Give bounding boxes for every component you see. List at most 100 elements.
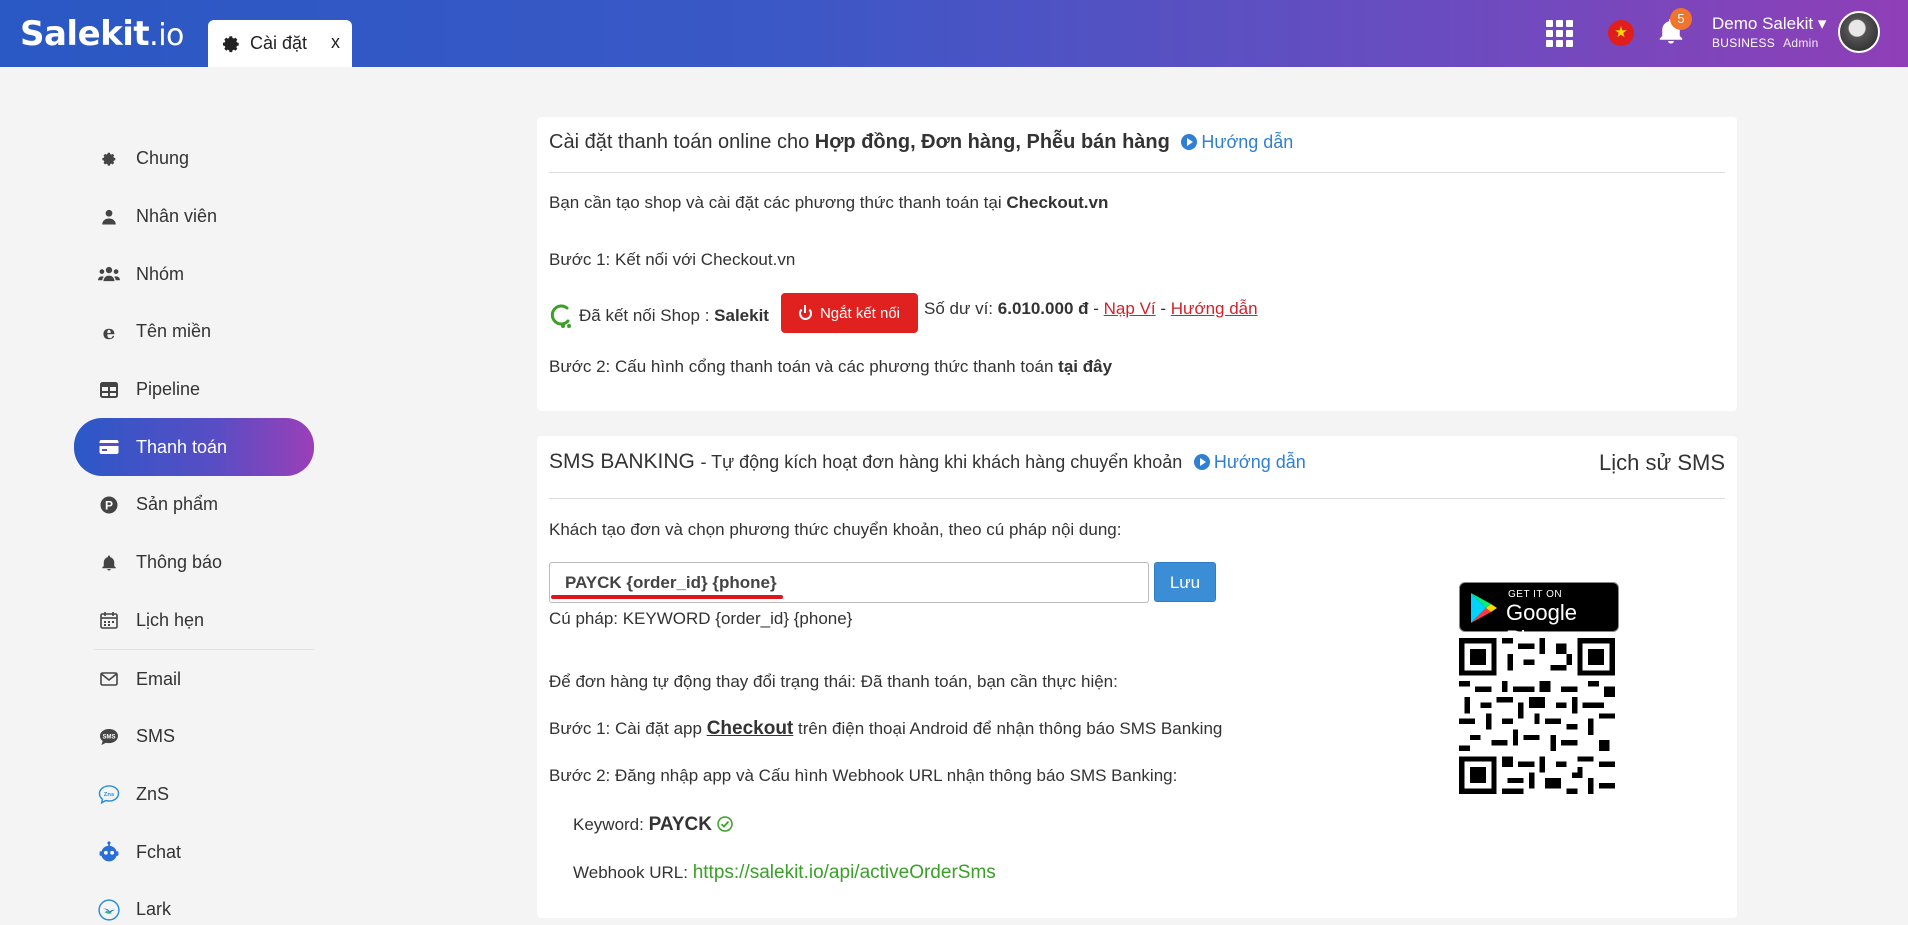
wallet-balance: Số dư ví: 6.010.000 đ - Nạp Ví - Hướng d… xyxy=(924,299,1258,318)
google-play-badge[interactable]: GET IT ON Google Play xyxy=(1459,582,1619,651)
settings-sidebar: Chung Nhân viên Nhóm e Tên miền Pipeline… xyxy=(74,130,314,925)
checkout-logo-icon xyxy=(550,304,571,328)
keyword-value: PAYCK xyxy=(648,814,712,835)
bell-icon xyxy=(98,552,120,574)
sms-icon: SMS xyxy=(98,726,120,748)
online-payment-title: Cài đặt thanh toán online cho Hợp đồng, … xyxy=(549,131,1294,153)
notification-count-badge: 5 xyxy=(1670,8,1692,30)
sidebar-item-label: Thanh toán xyxy=(136,436,228,457)
webhook-row: Webhook URL: https://salekit.io/api/acti… xyxy=(573,862,996,883)
credit-card-icon xyxy=(98,436,120,458)
checkout-app-link[interactable]: Checkout xyxy=(707,718,794,739)
sidebar-item-label: ZnS xyxy=(136,783,170,804)
apps-grid-icon[interactable] xyxy=(1546,20,1574,48)
syntax-hint: Cú pháp: KEYWORD {order_id} {phone} xyxy=(549,609,853,628)
auto-status-text: Để đơn hàng tự động thay đổi trạng thái:… xyxy=(549,672,1118,691)
product-icon: P xyxy=(98,494,120,516)
sidebar-item-label: Nhóm xyxy=(136,263,185,284)
sidebar-item-label: Thông báo xyxy=(136,552,223,573)
sidebar-item-pipeline[interactable]: Pipeline xyxy=(74,361,314,419)
qr-code xyxy=(1459,638,1615,794)
table-icon xyxy=(98,379,120,401)
user-role: Admin xyxy=(1783,36,1819,50)
zns-icon: Zns xyxy=(98,783,120,805)
save-button[interactable]: Lưu xyxy=(1154,562,1216,602)
lark-icon xyxy=(98,899,120,921)
tab-label: Cài đặt xyxy=(250,33,308,53)
sidebar-item-email[interactable]: Email xyxy=(74,650,314,708)
wallet-balance-value: 6.010.000 đ xyxy=(997,299,1089,318)
sidebar-item-fchat[interactable]: Fchat xyxy=(74,823,314,881)
sidebar-item-label: Nhân viên xyxy=(136,206,218,227)
sidebar-item-nhan-vien[interactable]: Nhân viên xyxy=(74,188,314,246)
sms-banking-title: SMS BANKING - Tự động kích hoạt đơn hàng… xyxy=(549,450,1306,473)
svg-text:Zns: Zns xyxy=(104,792,115,798)
step1-text: Bước 1: Kết nối với Checkout.vn xyxy=(549,250,796,269)
sidebar-item-san-pham[interactable]: P Sản phẩm xyxy=(74,476,314,534)
connected-shop-status: Đã kết nối Shop : Salekit xyxy=(549,303,769,329)
sidebar-item-label: Chung xyxy=(136,148,190,169)
power-icon xyxy=(798,304,812,320)
svg-text:P: P xyxy=(105,498,113,512)
check-circle-icon xyxy=(716,816,733,832)
gear-icon xyxy=(222,35,239,52)
tab-settings[interactable]: Cài đặt x xyxy=(208,20,352,67)
gear-icon xyxy=(98,148,120,170)
svg-text:SMS: SMS xyxy=(102,734,115,740)
sms-banking-card: SMS BANKING - Tự động kích hoạt đơn hàng… xyxy=(537,436,1737,918)
wallet-guide-link[interactable]: Hướng dẫn xyxy=(1171,299,1258,318)
tab-close-button[interactable]: x xyxy=(331,32,340,53)
user-icon xyxy=(98,206,120,228)
bot-icon xyxy=(98,841,120,863)
avatar[interactable] xyxy=(1838,11,1880,53)
sms-history-link[interactable]: Lịch sử SMS xyxy=(1599,450,1725,476)
sidebar-item-nhom[interactable]: Nhóm xyxy=(74,245,314,303)
sidebar-item-lark[interactable]: Lark xyxy=(74,881,314,925)
step2-text: Bước 2: Cấu hình cổng thanh toán và các … xyxy=(549,357,1113,376)
payment-guide-link[interactable]: Hướng dẫn xyxy=(1181,132,1293,152)
mail-icon xyxy=(98,668,120,690)
configure-here-link[interactable]: tại đây xyxy=(1058,357,1112,376)
sidebar-item-chung[interactable]: Chung xyxy=(74,130,314,188)
play-icon xyxy=(1181,134,1198,150)
highlight-underline xyxy=(551,595,783,599)
sidebar-item-thanh-toan[interactable]: Thanh toán xyxy=(74,418,314,477)
sidebar-item-zns[interactable]: Zns ZnS xyxy=(74,766,314,824)
sms-instruction: Khách tạo đơn và chọn phương thức chuyển… xyxy=(549,520,1122,539)
vietnam-flag-icon[interactable]: ★ xyxy=(1608,20,1634,46)
user-name: Demo Salekit xyxy=(1712,14,1814,33)
users-icon xyxy=(98,263,120,285)
divider xyxy=(549,172,1725,173)
sidebar-item-thong-bao[interactable]: Thông báo xyxy=(74,534,314,592)
checkout-intro-text: Bạn cần tạo shop và cài đặt các phương t… xyxy=(549,193,1109,212)
sidebar-item-ten-mien[interactable]: e Tên miền xyxy=(74,303,314,361)
topup-wallet-link[interactable]: Nạp Ví xyxy=(1104,299,1156,318)
webhook-url[interactable]: https://salekit.io/api/activeOrderSms xyxy=(693,862,996,883)
keyword-row: Keyword: PAYCK xyxy=(573,814,733,836)
salekit-logo[interactable]: Salekit.io xyxy=(20,14,184,54)
sidebar-item-label: Lịch hẹn xyxy=(136,609,205,630)
online-payment-card: Cài đặt thanh toán online cho Hợp đồng, … xyxy=(537,117,1737,411)
disconnect-button[interactable]: Ngắt kết nối xyxy=(781,293,918,333)
sms-step2: Bước 2: Đăng nhập app và Cấu hình Webhoo… xyxy=(549,766,1178,785)
domain-icon: e xyxy=(102,319,116,344)
calendar-icon xyxy=(98,609,120,631)
divider xyxy=(549,498,1725,499)
sidebar-item-label: Pipeline xyxy=(136,379,201,400)
store-badge-small-text: GET IT ON xyxy=(1508,589,1563,600)
sms-step1: Bước 1: Cài đặt app Checkout trên điện t… xyxy=(549,718,1223,739)
sidebar-item-sms[interactable]: SMS SMS xyxy=(74,708,314,766)
sidebar-item-label: Sản phẩm xyxy=(136,494,219,515)
sidebar-item-label: Email xyxy=(136,668,182,689)
sidebar-item-label: Fchat xyxy=(136,841,182,862)
chevron-down-icon: ▾ xyxy=(1817,14,1827,33)
play-icon xyxy=(1193,454,1210,470)
sidebar-item-lich-hen[interactable]: Lịch hẹn xyxy=(74,592,314,650)
google-play-icon xyxy=(1471,593,1497,623)
top-bar: Salekit.io Cài đặt x ★ 5 Demo Salekit ▾ … xyxy=(0,0,1908,67)
sidebar-item-label: Tên miền xyxy=(136,321,212,342)
user-menu[interactable]: Demo Salekit ▾ BUSINESS Admin xyxy=(1712,14,1826,50)
connected-shop-name: Salekit xyxy=(714,306,769,325)
sms-guide-link[interactable]: Hướng dẫn xyxy=(1193,452,1306,472)
user-plan: BUSINESS xyxy=(1712,36,1776,50)
